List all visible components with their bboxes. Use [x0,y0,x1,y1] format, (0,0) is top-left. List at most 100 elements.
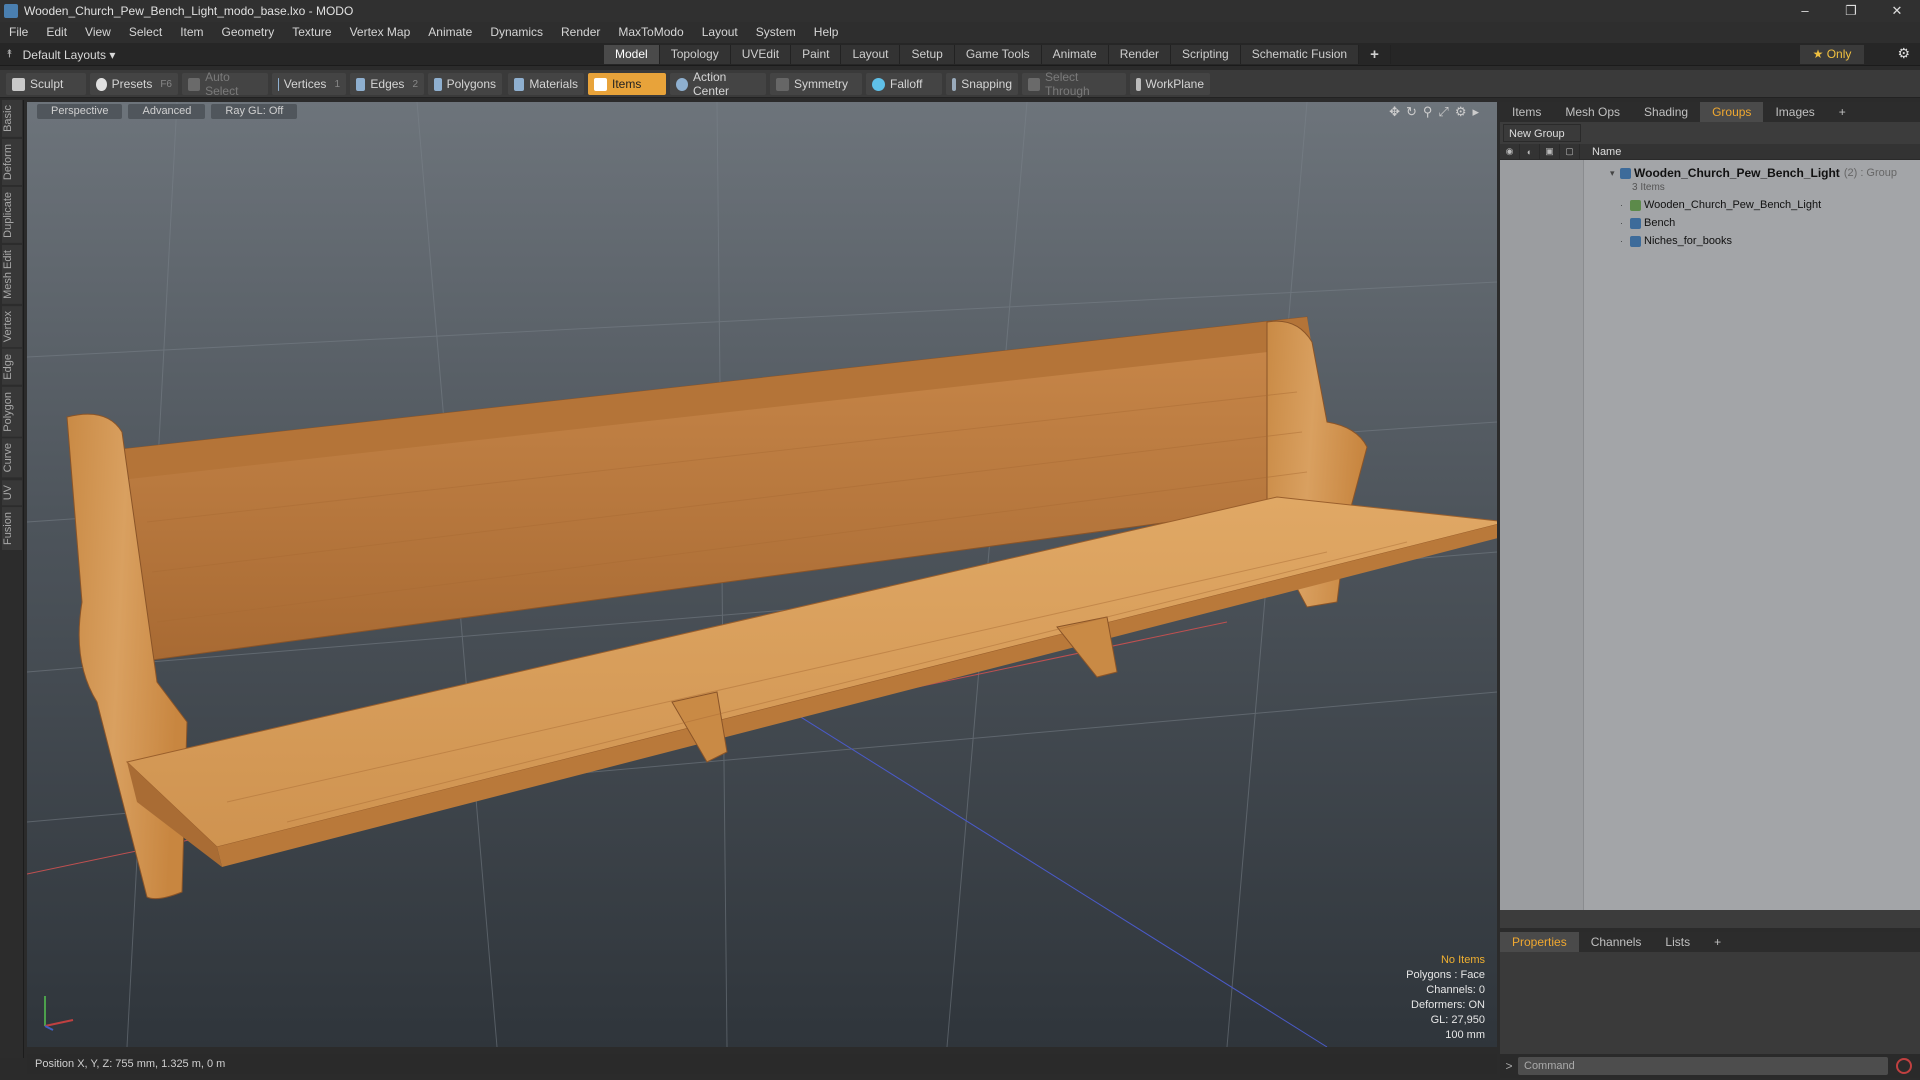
menu-item[interactable]: Item [171,22,212,43]
materials-button[interactable]: Materials [508,73,584,95]
presets-button[interactable]: Presets F6 [90,73,178,95]
tab-properties[interactable]: Properties [1500,932,1579,952]
add-bottom-tab-button[interactable]: + [1702,932,1733,952]
3d-viewport[interactable]: Perspective Advanced Ray GL: Off ✥ ↻ ⚲ ⤢… [27,102,1497,1047]
tab-schematic-fusion[interactable]: Schematic Fusion [1240,45,1360,64]
sculpt-button[interactable]: Sculpt [6,73,86,95]
tab-scripting[interactable]: Scripting [1171,45,1241,64]
menu-system[interactable]: System [747,22,805,43]
tab-lists[interactable]: Lists [1653,932,1702,952]
tab-mesh-ops[interactable]: Mesh Ops [1553,102,1632,122]
tab-topology[interactable]: Topology [659,45,731,64]
menu-render[interactable]: Render [552,22,609,43]
tab-layout[interactable]: Layout [841,45,901,64]
auto-select-button[interactable]: Auto Select [182,70,268,98]
view-mode-dropdown[interactable]: Perspective [37,104,123,119]
falloff-button[interactable]: Falloff [866,73,942,95]
selection-info: No Items [1440,954,1485,966]
raygl-toggle[interactable]: Ray GL: Off [211,104,298,119]
menu-select[interactable]: Select [120,22,171,43]
menu-animate[interactable]: Animate [419,22,481,43]
layout-dropdown[interactable]: ⯭ Default Layouts ▾ [6,43,138,66]
new-group-button[interactable]: New Group [1503,124,1581,142]
groups-panel: Items Mesh Ops Shading Groups Images + N… [1500,102,1920,928]
move-view-icon[interactable]: ✥ [1389,104,1400,120]
eye-icon[interactable]: ◉ [1500,143,1520,160]
polygons-label: Polygons [446,77,496,91]
minimize-button[interactable]: – [1782,0,1828,22]
left-tab-duplicate[interactable]: Duplicate [2,186,22,243]
left-tab-deform[interactable]: Deform [2,138,22,185]
left-tab-edge[interactable]: Edge [2,348,22,385]
workplane-button[interactable]: WorkPlane [1130,73,1210,95]
visibility-columns [1500,160,1584,910]
mesh-icon [1630,217,1641,229]
left-tab-curve[interactable]: Curve [2,438,22,478]
viewport-arrow-icon[interactable]: ▸ [1472,104,1479,120]
command-input[interactable]: Command [1518,1057,1888,1075]
left-tab-vertex[interactable]: Vertex [2,305,22,347]
menu-vertex-map[interactable]: Vertex Map [341,22,420,43]
tab-channels[interactable]: Channels [1579,932,1654,952]
list-item[interactable]: · Niches_for_books [1500,232,1920,250]
expand-arrow-icon[interactable]: ▾ [1610,168,1620,179]
vertices-button[interactable]: Vertices 1 [272,73,346,95]
gear-icon[interactable]: ⚙ [1897,45,1910,62]
symmetry-label: Symmetry [794,77,848,91]
add-tab-button[interactable]: + [1359,45,1391,64]
record-icon[interactable] [1896,1058,1912,1074]
maximize-button[interactable]: ❐ [1828,0,1874,22]
menu-file[interactable]: File [0,22,37,43]
rotate-view-icon[interactable]: ↻ [1406,104,1417,120]
tab-model[interactable]: Model [604,45,660,64]
tab-images[interactable]: Images [1763,102,1826,122]
tab-paint[interactable]: Paint [791,45,842,64]
menu-maxtomodo[interactable]: MaxToModo [609,22,692,43]
left-tab-polygon[interactable]: Polygon [2,386,22,437]
snapping-button[interactable]: Snapping [946,73,1018,95]
action-center-button[interactable]: Action Center [670,70,766,98]
lock-icon[interactable]: ▣ [1540,143,1560,160]
list-item[interactable]: · Bench [1500,214,1920,232]
items-button[interactable]: Items [588,73,666,95]
tab-game-tools[interactable]: Game Tools [954,45,1042,64]
shading-dropdown[interactable]: Advanced [128,104,206,119]
tab-shading[interactable]: Shading [1632,102,1700,122]
add-panel-tab-button[interactable]: + [1827,102,1858,122]
menu-help[interactable]: Help [805,22,848,43]
tab-items[interactable]: Items [1500,102,1553,122]
tab-groups[interactable]: Groups [1700,102,1764,122]
brush-icon [12,77,25,91]
only-button[interactable]: ★ Only [1800,45,1864,64]
symmetry-button[interactable]: Symmetry [770,73,862,95]
right-panel-tabs: Items Mesh Ops Shading Groups Images + [1500,102,1920,122]
group-subtitle-row: 3 Items [1500,178,1920,196]
polygons-button[interactable]: Polygons [428,73,502,95]
left-tab-basic[interactable]: Basic [2,100,22,137]
render-icon[interactable]: ◐ [1520,143,1540,160]
menu-view[interactable]: View [76,22,120,43]
tab-render[interactable]: Render [1108,45,1172,64]
close-button[interactable]: ✕ [1874,0,1920,22]
menu-geometry[interactable]: Geometry [213,22,284,43]
menu-dynamics[interactable]: Dynamics [481,22,552,43]
group-subtitle: 3 Items [1632,181,1665,193]
left-tab-uv[interactable]: UV [2,479,22,506]
menu-layout[interactable]: Layout [693,22,747,43]
tab-setup[interactable]: Setup [900,45,955,64]
list-item[interactable]: · Wooden_Church_Pew_Bench_Light [1500,196,1920,214]
select-icon[interactable]: ▢ [1560,143,1580,160]
select-through-button[interactable]: Select Through [1022,70,1126,98]
zoom-view-icon[interactable]: ⚲ [1423,104,1433,120]
menu-edit[interactable]: Edit [37,22,76,43]
left-tab-mesh-edit[interactable]: Mesh Edit [2,244,22,304]
tab-animate[interactable]: Animate [1041,45,1109,64]
maximize-view-icon[interactable]: ⤢ [1438,104,1448,120]
menu-texture[interactable]: Texture [283,22,340,43]
tab-uvedit[interactable]: UVEdit [730,45,792,64]
left-tab-fusion[interactable]: Fusion [2,507,22,551]
deformers-info: Deformers: ON [1411,999,1485,1011]
viewport-settings-icon[interactable]: ⚙ [1455,104,1467,120]
presets-icon [96,77,107,91]
edges-button[interactable]: Edges 2 [350,73,424,95]
